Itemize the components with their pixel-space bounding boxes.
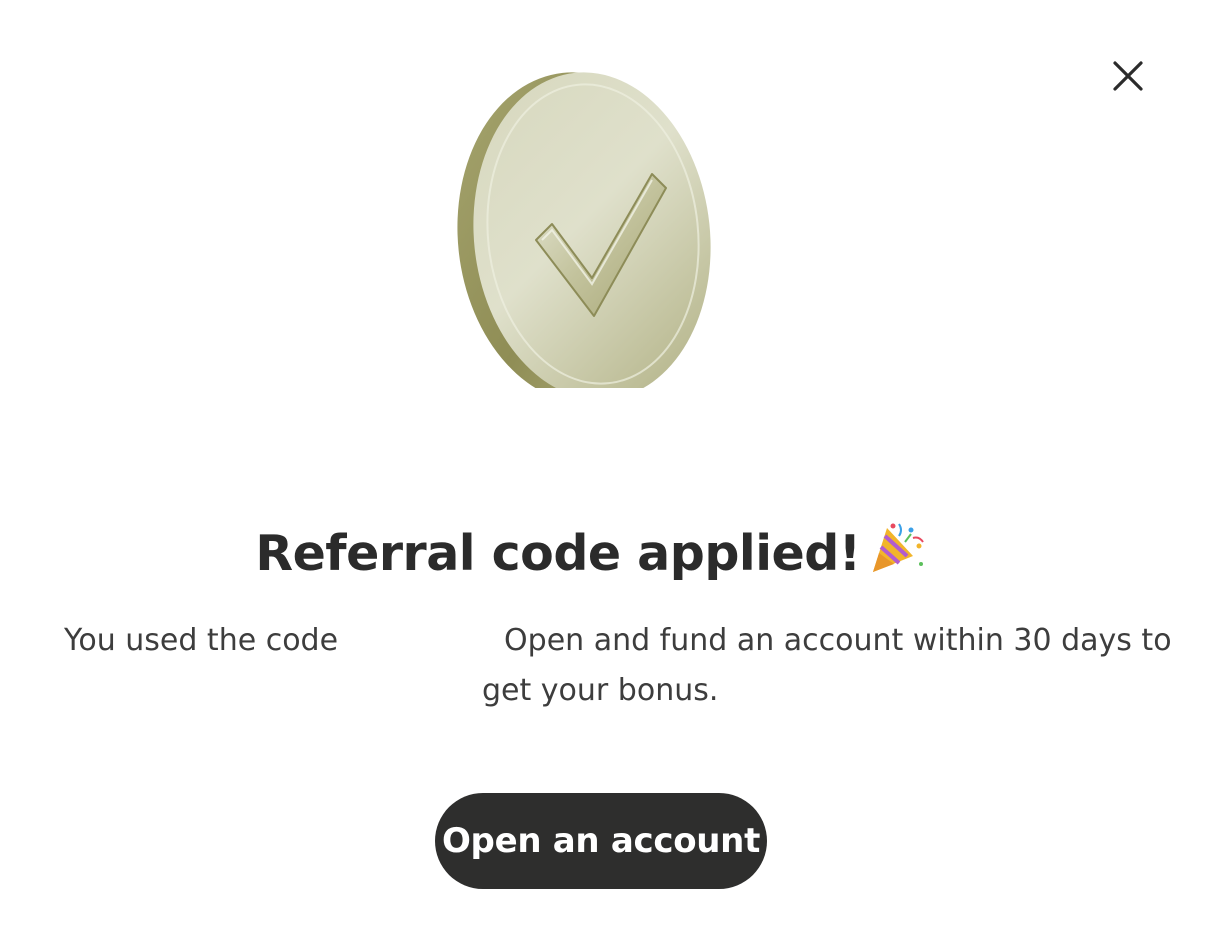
open-account-button-label: Open an account	[441, 821, 761, 861]
message-text-part2: Open and fund an account within 30 days …	[504, 623, 1172, 658]
close-button[interactable]	[1104, 52, 1152, 100]
referral-dialog: Referral code applied! You used the code…	[0, 0, 1210, 932]
checkmark-coin-illustration	[440, 60, 740, 388]
message-text-part3: get your bonus.	[482, 673, 719, 708]
dialog-title-text: Referral code applied!	[255, 525, 861, 582]
dialog-title: Referral code applied!	[0, 520, 1180, 586]
dialog-message: You used the code Open and fund an accoun…	[64, 616, 1172, 716]
close-icon	[1113, 61, 1143, 91]
party-popper-icon	[869, 520, 925, 586]
checkmark-coin-icon	[457, 72, 711, 388]
message-text-part1: You used the code	[64, 623, 339, 658]
open-account-button[interactable]: Open an account	[435, 793, 767, 889]
